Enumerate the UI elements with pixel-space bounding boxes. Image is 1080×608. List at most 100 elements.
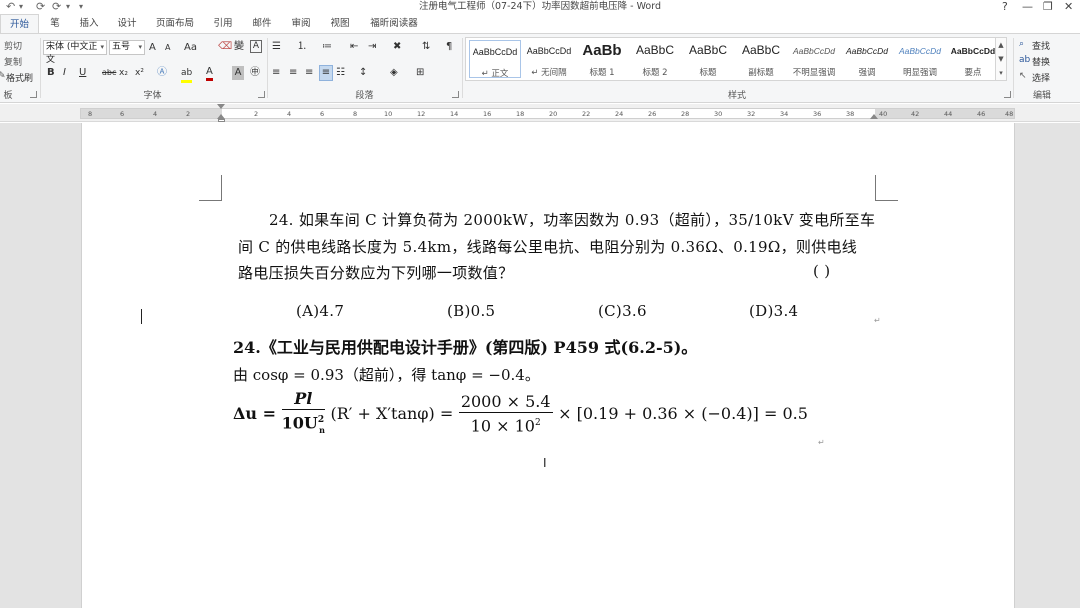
styles-gallery-scroll[interactable]: ▲ ▼ ▾	[995, 37, 1007, 81]
subscript-button[interactable]: x₂	[119, 66, 128, 80]
style-subtle-emphasis[interactable]: AaBbCcDd 不明显强调	[788, 40, 840, 78]
left-indent-marker[interactable]	[218, 119, 225, 122]
paragraph-launcher-icon[interactable]	[452, 91, 459, 98]
shrink-font-button[interactable]: A	[165, 41, 170, 55]
tab-review[interactable]: 审阅	[286, 14, 316, 34]
ruler-tick: 20	[549, 110, 558, 118]
char-border-icon[interactable]: A	[250, 40, 262, 53]
strikethrough-button[interactable]: abc	[102, 66, 116, 80]
formula-lhs: Δu =	[233, 403, 277, 423]
ruler-tick: 30	[714, 110, 723, 118]
style-emphasis[interactable]: AaBbCcDd 强调	[841, 40, 893, 78]
phonetic-guide-icon[interactable]: 變	[234, 40, 244, 54]
highlight-button[interactable]: ab	[181, 66, 193, 83]
tab-references[interactable]: 引用	[208, 14, 238, 34]
tab-view[interactable]: 视图	[325, 14, 355, 34]
style-normal[interactable]: AaBbCcDd ↵ 正文	[469, 40, 521, 79]
crop-mark	[199, 175, 222, 201]
first-line-indent-marker[interactable]	[217, 104, 225, 109]
bullets-icon[interactable]: ☰	[272, 40, 281, 54]
ruler-tick: 14	[450, 110, 459, 118]
char-shading-icon[interactable]: A	[232, 66, 244, 80]
style-intense-emphasis[interactable]: AaBbCcDd 明显强调	[894, 40, 946, 78]
ruler-tick: 6	[320, 110, 325, 118]
decrease-indent-icon[interactable]: ⇤	[350, 40, 358, 54]
numbering-icon[interactable]: ⒈	[297, 40, 307, 54]
clear-format-icon[interactable]: ⌫	[218, 40, 232, 54]
style-strong[interactable]: AaBbCcDd 要点	[947, 40, 999, 78]
tab-design[interactable]: 设计	[112, 14, 142, 34]
superscript-button[interactable]: x²	[135, 66, 144, 80]
chevron-down-icon: ▾	[100, 43, 104, 51]
sort-icon[interactable]: ⇅	[422, 40, 430, 54]
styles-launcher-icon[interactable]	[1004, 91, 1011, 98]
italic-button[interactable]: I	[63, 66, 66, 80]
ruler-tick: 36	[813, 110, 822, 118]
distributed-icon[interactable]: ☷	[336, 66, 345, 80]
font-color-button[interactable]: A	[206, 66, 213, 81]
font-family-combo[interactable]: 宋体 (中文正文 ▾	[43, 40, 107, 65]
clipboard-launcher-icon[interactable]	[30, 91, 37, 98]
grow-font-button[interactable]: A	[149, 41, 156, 55]
format-painter-button[interactable]: 格式刷	[6, 71, 33, 84]
option-a: (A)4.7	[296, 302, 345, 320]
ruler-tick: 38	[846, 110, 855, 118]
ruler-tick: 8	[88, 110, 93, 118]
ruler-tick: 44	[944, 110, 953, 118]
shading-icon[interactable]: ◈	[390, 66, 398, 80]
line-spacing-icon[interactable]: ↕	[359, 66, 367, 80]
style-heading-2[interactable]: AaBbC 标题 2	[629, 40, 681, 78]
right-indent-marker[interactable]	[870, 114, 878, 119]
tab-insert[interactable]: 插入	[74, 14, 104, 34]
text-effects-icon[interactable]: Ⓐ	[157, 66, 167, 80]
chinese-layout-icon[interactable]: ✖	[393, 40, 401, 54]
gallery-more-icon[interactable]: ▾	[996, 66, 1006, 80]
fraction-2-denominator: 10 × 102	[470, 416, 541, 436]
chevron-up-icon[interactable]: ▲	[996, 38, 1006, 52]
borders-icon[interactable]: ⊞	[416, 66, 424, 80]
bold-button[interactable]: B	[47, 66, 55, 80]
format-painter-icon: ✎	[0, 71, 6, 81]
align-left-icon[interactable]: ≡	[272, 66, 280, 80]
chevron-down-icon[interactable]: ▼	[996, 52, 1006, 66]
underline-button[interactable]: U	[79, 66, 86, 80]
multilevel-list-icon[interactable]: ≔	[322, 40, 332, 54]
ruler-tick: 8	[353, 110, 358, 118]
font-group-label: 字体	[143, 91, 162, 101]
fraction-1-denominator: 10U2n	[281, 413, 325, 435]
justify-icon[interactable]: ≡	[319, 65, 333, 81]
ruler-tick: 42	[911, 110, 920, 118]
document-page[interactable]: 24. 如果车间 C 计算负荷为 2000kW，功率因数为 0.93（超前），3…	[81, 123, 1015, 608]
restore-button[interactable]: ❐	[1043, 0, 1053, 14]
style-heading-1[interactable]: AaBb 标题 1	[576, 40, 628, 78]
answer-line-2: 由 cosφ = 0.93（超前），得 tanφ = −0.4。	[233, 366, 540, 384]
enclose-char-icon[interactable]: ㊥	[250, 66, 260, 80]
horizontal-ruler[interactable]: 8 6 4 2 2 4 6 8 10 12 14 16 18 20 22 24 …	[0, 104, 1080, 122]
font-launcher-icon[interactable]	[258, 91, 265, 98]
close-button[interactable]: ✕	[1064, 0, 1073, 14]
select-button[interactable]: 选择	[1032, 71, 1050, 84]
find-button[interactable]: 查找	[1032, 39, 1050, 52]
tab-mailings[interactable]: 邮件	[247, 14, 277, 34]
show-marks-icon[interactable]: ¶	[446, 40, 452, 54]
option-d: (D)3.4	[749, 302, 799, 320]
replace-button[interactable]: 替换	[1032, 55, 1050, 68]
align-right-icon[interactable]: ≡	[305, 66, 313, 80]
tab-foxit[interactable]: 福昕阅读器	[364, 14, 424, 34]
font-size-combo[interactable]: 五号 ▾	[109, 40, 145, 55]
style-no-spacing[interactable]: AaBbCcDd ↵ 无间隔	[523, 40, 575, 78]
tab-page-layout[interactable]: 页面布局	[150, 14, 200, 34]
increase-indent-icon[interactable]: ⇥	[368, 40, 376, 54]
cut-button[interactable]: 剪切	[4, 39, 22, 52]
minimize-button[interactable]: —	[1022, 0, 1033, 14]
copy-button[interactable]: 复制	[4, 55, 22, 68]
change-case-button[interactable]: Aa	[184, 41, 197, 55]
style-subtitle[interactable]: AaBbC 副标题	[735, 40, 787, 78]
help-button[interactable]: ?	[1002, 0, 1008, 14]
tab-home[interactable]: 开始	[0, 14, 39, 34]
style-title[interactable]: AaBbC 标题	[682, 40, 734, 78]
align-center-icon[interactable]: ≡	[289, 66, 297, 80]
answer-blank: ( )	[813, 262, 831, 280]
font-size-value: 五号	[112, 42, 131, 52]
tab-pen[interactable]: 笔	[42, 14, 68, 34]
